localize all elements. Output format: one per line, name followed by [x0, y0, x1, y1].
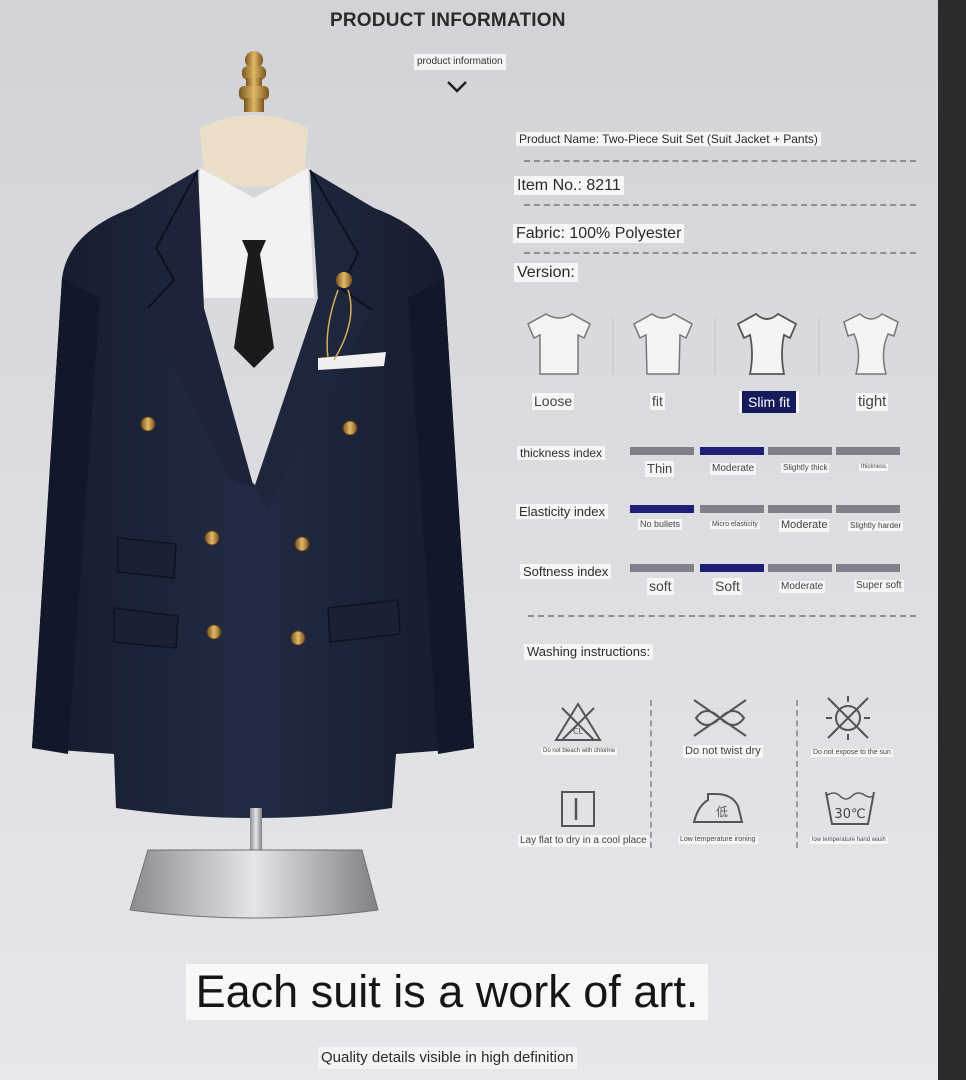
wash-label-hand-wash: low temperature hand wash [810, 837, 888, 845]
wash-label-no-sun: Do not expose to the sun [811, 749, 893, 758]
elasticity-bar-2 [700, 505, 764, 513]
version-option-slim-fit-selected: Slim fit [739, 391, 799, 413]
softness-bar-2-active [700, 564, 764, 572]
divider [650, 700, 652, 848]
tshirt-slim-fit-icon [736, 312, 798, 375]
elasticity-bar-1-active [630, 505, 694, 513]
thickness-bar-1 [630, 447, 694, 455]
divider [528, 615, 916, 617]
washing-instructions-label: Washing instructions: [524, 644, 654, 660]
wash-label-low-iron: Low temperature ironing [678, 836, 758, 845]
thickness-option-slightly-thick: Slightly thick [781, 463, 830, 473]
tshirt-loose-icon [527, 313, 591, 375]
thickness-option-thickness: thickness [859, 464, 889, 472]
elasticity-index-label: Elasticity index [516, 504, 608, 519]
divider [524, 252, 916, 254]
hand-wash-30-icon: 30℃ [825, 791, 875, 825]
do-not-wring-icon [693, 699, 747, 737]
fabric-info: Fabric: 100% Polyester [513, 224, 685, 244]
elasticity-option-micro-elasticity: Micro elasticity [710, 521, 760, 530]
thickness-bar-4 [836, 447, 900, 455]
softness-option-moderate: Moderate [779, 581, 826, 593]
softness-option-soft-active: Soft [713, 578, 742, 595]
softness-option-super-soft: Super soft [854, 580, 904, 592]
version-option-fit: fit [650, 393, 665, 410]
thickness-option-thin: Thin [645, 461, 675, 477]
iron-glyph: 低 [716, 805, 728, 819]
caption: Quality details visible in high definiti… [318, 1047, 577, 1069]
softness-bar-4 [836, 564, 900, 572]
elasticity-bar-3 [768, 505, 832, 513]
dry-flat-icon [561, 791, 595, 827]
divider [524, 160, 916, 162]
elasticity-option-slightly-harder: Slightly harder [848, 521, 904, 531]
divider [796, 700, 798, 848]
item-number: Item No.: 8211 [514, 176, 624, 196]
right-edge-strip [938, 0, 966, 1080]
thickness-index-label: thickness index [517, 446, 606, 460]
thickness-bar-2-active [700, 447, 764, 455]
divider [612, 318, 614, 374]
softness-bar-1 [630, 564, 694, 572]
thickness-option-moderate: Moderate [710, 463, 757, 475]
thickness-bar-3 [768, 447, 832, 455]
svg-text:CL: CL [573, 727, 584, 736]
softness-option-soft: soft [647, 578, 674, 595]
divider [714, 318, 716, 374]
tshirt-tight-icon [843, 313, 899, 375]
no-bleach-icon: CL [554, 702, 602, 741]
product-name: Product Name: Two-Piece Suit Set (Suit J… [516, 132, 821, 147]
page-title: PRODUCT INFORMATION [330, 10, 566, 31]
low-iron-icon: 低 [692, 793, 744, 823]
divider [818, 318, 820, 374]
no-sun-icon [826, 696, 870, 740]
wash-label-no-bleach: Do not bleach with chlorine [541, 748, 618, 756]
softness-index-label: Softness index [520, 564, 612, 579]
softness-bar-3 [768, 564, 832, 572]
tagline: Each suit is a work of art. [186, 964, 708, 1020]
suit-mannequin-image [32, 51, 474, 919]
version-option-loose: Loose [532, 393, 575, 410]
divider [524, 204, 916, 206]
elasticity-option-no-bullets: No bullets [638, 519, 683, 530]
version-label: Version: [514, 263, 578, 283]
version-option-tight: tight [856, 393, 889, 411]
elasticity-option-moderate: Moderate [779, 519, 830, 533]
wash-label-dry-flat: Lay flat to dry in a cool place [518, 835, 649, 847]
tshirt-fit-icon [633, 313, 693, 375]
wash-temp-label: 30℃ [834, 807, 865, 822]
elasticity-bar-4 [836, 505, 900, 513]
wash-label-do-not-twist: Do not twist dry [683, 745, 763, 759]
